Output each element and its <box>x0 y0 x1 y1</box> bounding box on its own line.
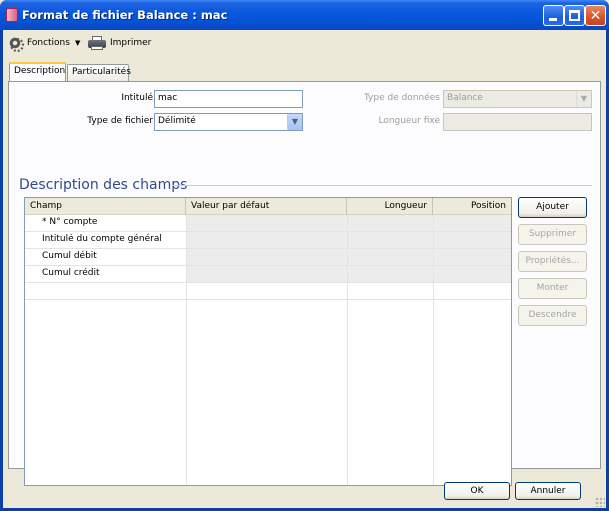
minimize-button[interactable] <box>543 5 564 26</box>
fonctions-menu-button[interactable]: Fonctions ▼ <box>8 34 80 52</box>
type-donnees-label: Type de données <box>363 93 440 103</box>
close-icon: ✕ <box>589 8 602 24</box>
ok-button[interactable]: OK <box>444 482 510 500</box>
annuler-button[interactable]: Annuler <box>515 482 581 500</box>
longueur-fixe-input[interactable] <box>443 113 592 131</box>
column-header-champ[interactable]: Champ <box>25 198 186 215</box>
chevron-down-icon: ▼ <box>74 39 81 47</box>
proprietes-button[interactable]: Propriétés... <box>518 251 587 272</box>
column-header-valeur[interactable]: Valeur par défaut <box>186 198 347 215</box>
cell-position[interactable] <box>434 232 511 248</box>
table-row[interactable]: * N° compte <box>25 215 511 232</box>
imprimer-button[interactable]: Imprimer <box>88 34 151 52</box>
grid-header: Champ Valeur par défaut Longueur Positio… <box>25 198 511 215</box>
intitule-input[interactable]: mac <box>154 90 303 108</box>
cell-position[interactable] <box>434 215 511 231</box>
column-header-position[interactable]: Position <box>433 198 511 215</box>
cell-valeur[interactable] <box>187 215 347 231</box>
type-fichier-label: Type de fichier <box>87 116 153 126</box>
chevron-down-icon[interactable]: ▼ <box>287 114 302 130</box>
title-bar[interactable]: Format de fichier Balance : mac ✕ <box>0 0 609 30</box>
window-title: Format de fichier Balance : mac <box>22 8 228 22</box>
cell-champ: Cumul crédit <box>42 268 100 278</box>
dialog-client-area: Fonctions ▼ Imprimer Description Particu… <box>3 30 606 508</box>
cell-champ: Intitulé du compte général <box>42 234 162 244</box>
intitule-label: Intitulé <box>121 93 153 103</box>
description-panel: Intitulé mac Type de fichier Délimité ▼ … <box>8 81 601 486</box>
table-row-empty[interactable] <box>25 283 511 300</box>
cell-position[interactable] <box>434 266 511 282</box>
cell-champ: * N° compte <box>42 217 98 227</box>
close-button[interactable]: ✕ <box>585 5 606 26</box>
maximize-button[interactable] <box>564 5 585 26</box>
tab-description[interactable]: Description <box>9 62 66 81</box>
section-divider <box>172 185 592 186</box>
resize-grip[interactable] <box>595 497 605 507</box>
type-donnees-value: Balance <box>447 93 483 103</box>
cell-champ: Cumul débit <box>42 251 97 261</box>
cell-valeur[interactable] <box>187 232 347 248</box>
fonctions-label: Fonctions <box>27 38 70 48</box>
printer-icon <box>88 36 106 50</box>
cell-position[interactable] <box>434 249 511 265</box>
table-row[interactable]: Intitulé du compte général <box>25 232 511 249</box>
column-header-longueur[interactable]: Longueur <box>347 198 433 215</box>
cell-longueur[interactable] <box>348 266 433 282</box>
longueur-fixe-label: Longueur fixe <box>378 116 440 126</box>
dialog-window: Format de fichier Balance : mac ✕ Foncti… <box>0 0 609 511</box>
type-fichier-select[interactable]: Délimité ▼ <box>154 113 303 131</box>
tab-particularites[interactable]: Particularités <box>67 64 131 81</box>
ajouter-button[interactable]: Ajouter <box>518 197 587 218</box>
descendre-button[interactable]: Descendre <box>518 305 587 326</box>
type-fichier-value: Délimité <box>158 116 196 126</box>
cell-longueur[interactable] <box>348 215 433 231</box>
monter-button[interactable]: Monter <box>518 278 587 299</box>
gear-icon <box>8 36 24 52</box>
cell-valeur[interactable] <box>187 249 347 265</box>
chevron-down-icon: ▼ <box>576 91 591 107</box>
cell-valeur[interactable] <box>187 266 347 282</box>
toolbar: Fonctions ▼ Imprimer <box>3 30 606 56</box>
table-row[interactable]: Cumul crédit <box>25 266 511 283</box>
app-icon <box>6 8 18 22</box>
maximize-icon <box>569 10 580 21</box>
cell-longueur[interactable] <box>348 232 433 248</box>
table-row[interactable]: Cumul débit <box>25 249 511 266</box>
minimize-icon <box>549 18 557 21</box>
supprimer-button[interactable]: Supprimer <box>518 224 587 245</box>
cell-longueur[interactable] <box>348 249 433 265</box>
section-title: Description des champs <box>19 177 188 193</box>
fields-grid[interactable]: Champ Valeur par défaut Longueur Positio… <box>24 197 512 486</box>
imprimer-label: Imprimer <box>110 38 152 48</box>
type-donnees-select[interactable]: Balance ▼ <box>443 90 592 108</box>
